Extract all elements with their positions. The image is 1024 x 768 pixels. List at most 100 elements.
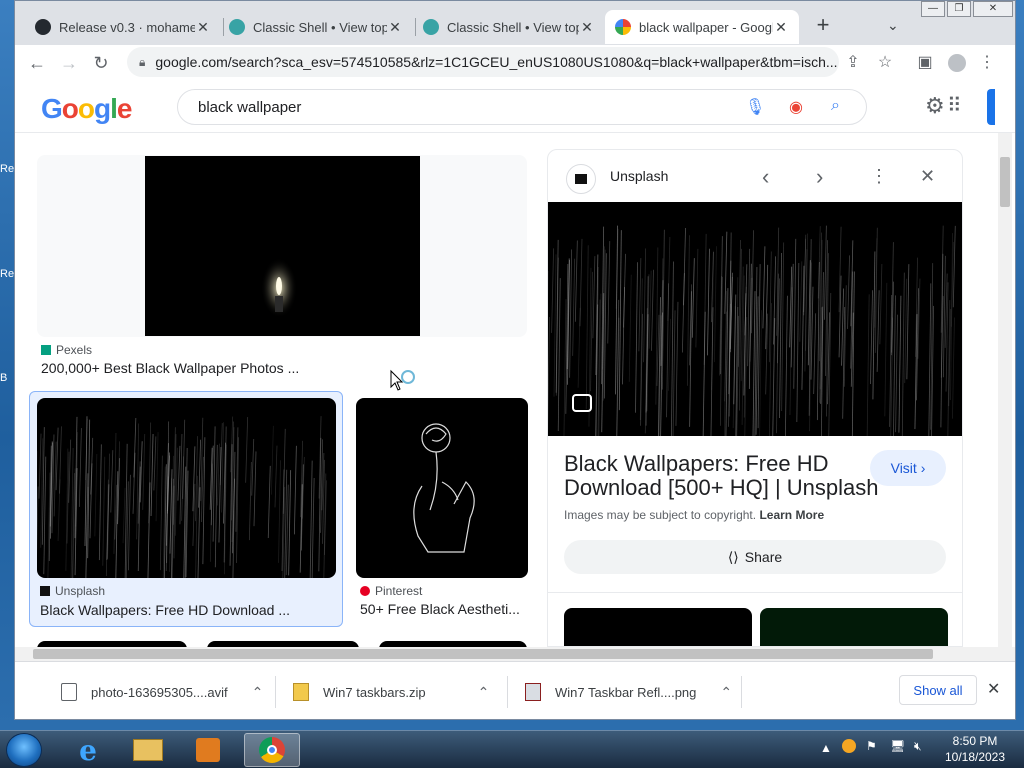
- result-title[interactable]: Black Wallpapers: Free HD Download ...: [40, 602, 330, 618]
- share-icon: ⟨⟩: [727, 548, 739, 565]
- desktop-icon-label[interactable]: B: [0, 372, 14, 384]
- clock-time: 8:50 PM: [952, 734, 998, 748]
- taskbar-media[interactable]: [180, 733, 236, 767]
- download-item[interactable]: Win7 taskbars.zip ⌃: [293, 670, 489, 714]
- tab-strip: Release v0.3 · mohamed ✕ Classic Shell •…: [15, 1, 1015, 45]
- previous-arrow-icon[interactable]: ‹: [762, 164, 769, 190]
- close-icon[interactable]: ✕: [579, 19, 595, 36]
- unsplash-logo-icon: [566, 164, 596, 194]
- lens-search-icon[interactable]: [572, 394, 592, 412]
- divider: [741, 676, 742, 708]
- visit-label: Visit: [890, 460, 917, 476]
- taskbar-explorer[interactable]: [120, 733, 176, 767]
- result-title[interactable]: 50+ Free Black Aestheti...: [360, 601, 528, 617]
- tab-search-chevron-icon[interactable]: ⌄: [887, 17, 899, 34]
- panel-title-line2[interactable]: Download [500+ HQ] | Unsplash: [564, 476, 879, 500]
- horizontal-scrollbar[interactable]: [15, 647, 1015, 661]
- divider: [507, 676, 508, 708]
- chevron-up-icon[interactable]: ⌃: [478, 684, 490, 701]
- show-all-downloads-button[interactable]: Show all: [899, 675, 977, 705]
- page-content: Google black wallpaper 🎙︎ ◉ ⌕ ⚙ ⠿ Pexels…: [15, 81, 1015, 647]
- address-bar[interactable]: 🔒︎ google.com/search?sca_esv=574510585&r…: [127, 47, 839, 77]
- media-player-icon: [196, 738, 220, 762]
- close-icon[interactable]: ✕: [195, 19, 211, 36]
- panel-source[interactable]: Unsplash: [610, 168, 668, 184]
- candle-image[interactable]: [145, 156, 420, 336]
- maximize-button[interactable]: ❐: [947, 1, 971, 17]
- result-source[interactable]: Pexels: [41, 343, 92, 357]
- more-options-icon[interactable]: ⋮: [870, 166, 888, 187]
- sign-in-button[interactable]: [987, 89, 995, 125]
- image-file-icon: [525, 683, 541, 701]
- vertical-scrollbar[interactable]: [998, 133, 1012, 647]
- close-downloads-icon[interactable]: ✕: [987, 679, 1000, 699]
- download-item[interactable]: Win7 Taskbar Refl....png ⌃: [525, 670, 732, 714]
- result-card-unsplash[interactable]: Unsplash Black Wallpapers: Free HD Downl…: [29, 391, 343, 627]
- network-icon[interactable]: 🖥︎: [890, 739, 905, 753]
- unsplash-icon: [40, 586, 50, 596]
- apps-grid-icon[interactable]: ⠿: [947, 93, 962, 118]
- rose-hand-image[interactable]: [356, 398, 528, 578]
- profile-avatar[interactable]: [945, 51, 969, 75]
- tab-classic-shell-1[interactable]: Classic Shell • View topic ✕: [219, 10, 413, 44]
- side-panel-icon[interactable]: ▣: [913, 51, 937, 75]
- panel-title-line1[interactable]: Black Wallpapers: Free HD: [564, 452, 828, 476]
- scrollbar-thumb[interactable]: [33, 649, 933, 659]
- new-tab-button[interactable]: +: [811, 13, 835, 37]
- related-thumb[interactable]: [760, 608, 948, 646]
- rain-graphic: [37, 416, 327, 578]
- close-icon[interactable]: ✕: [387, 19, 403, 36]
- pexels-icon: [41, 345, 51, 355]
- start-button[interactable]: [6, 733, 42, 767]
- next-arrow-icon[interactable]: ›: [816, 164, 823, 190]
- desktop-icon-label[interactable]: Re: [0, 268, 14, 280]
- result-source[interactable]: Unsplash: [40, 584, 105, 598]
- google-logo[interactable]: Google: [41, 93, 132, 125]
- lock-icon[interactable]: 🔒︎: [139, 55, 145, 70]
- tab-classic-shell-2[interactable]: Classic Shell • View topic ✕: [413, 10, 605, 44]
- related-thumb[interactable]: [564, 608, 752, 646]
- share-button[interactable]: ⟨⟩ Share: [564, 540, 946, 574]
- volume-muted-icon[interactable]: 🔇︎: [914, 739, 922, 754]
- tab-release[interactable]: Release v0.3 · mohamed ✕: [25, 10, 221, 44]
- back-button[interactable]: ←: [21, 47, 53, 79]
- divider: [275, 676, 276, 708]
- search-icon[interactable]: ⌕: [831, 97, 840, 115]
- rain-image[interactable]: [37, 398, 336, 578]
- desktop-icon-label[interactable]: Re: [0, 163, 14, 175]
- result-source[interactable]: Pinterest: [360, 584, 422, 598]
- taskbar-chrome[interactable]: [244, 733, 300, 767]
- learn-more-link[interactable]: Learn More: [759, 508, 824, 522]
- chevron-up-icon[interactable]: ⌃: [252, 684, 264, 701]
- lens-icon[interactable]: ◉: [789, 97, 803, 117]
- bookmark-star-icon[interactable]: ☆: [873, 51, 897, 75]
- tab-black-wallpaper[interactable]: black wallpaper - Googl ✕: [605, 10, 799, 44]
- bitcoin-tray-icon[interactable]: [842, 739, 856, 753]
- scrollbar-thumb[interactable]: [1000, 157, 1010, 207]
- result-title[interactable]: 200,000+ Best Black Wallpaper Photos ...: [41, 360, 341, 376]
- close-panel-icon[interactable]: ✕: [920, 166, 935, 187]
- action-center-icon[interactable]: ⚑: [866, 739, 877, 753]
- menu-icon[interactable]: ⋮: [975, 51, 999, 75]
- minimize-button[interactable]: —: [921, 1, 945, 17]
- close-window-button[interactable]: ✕: [973, 1, 1013, 17]
- download-item[interactable]: photo-163695305....avif ⌃: [61, 670, 263, 714]
- show-hidden-icons[interactable]: ▲: [820, 741, 832, 755]
- clock[interactable]: 8:50 PM 10/18/2023: [940, 733, 1010, 765]
- settings-gear-icon[interactable]: ⚙: [925, 93, 945, 119]
- downloads-bar: photo-163695305....avif ⌃ Win7 taskbars.…: [15, 661, 1015, 719]
- close-icon[interactable]: ✕: [773, 19, 789, 36]
- candle-graphic: [261, 258, 297, 318]
- preview-image[interactable]: [548, 202, 962, 437]
- download-name: Win7 Taskbar Refl....png: [555, 684, 697, 700]
- visit-button[interactable]: Visit ›: [870, 450, 946, 486]
- rose-hand-graphic: [413, 423, 475, 553]
- taskbar-ie[interactable]: e: [60, 733, 116, 767]
- reload-button[interactable]: ↻: [85, 47, 117, 79]
- forward-button[interactable]: →: [53, 47, 85, 79]
- voice-search-icon[interactable]: 🎙︎: [745, 97, 765, 117]
- chevron-up-icon[interactable]: ⌃: [720, 684, 732, 701]
- result-card-pexels[interactable]: [37, 155, 527, 337]
- share-icon[interactable]: ⇪: [841, 51, 865, 75]
- google-header: Google black wallpaper 🎙︎ ◉ ⌕ ⚙ ⠿: [15, 81, 1015, 133]
